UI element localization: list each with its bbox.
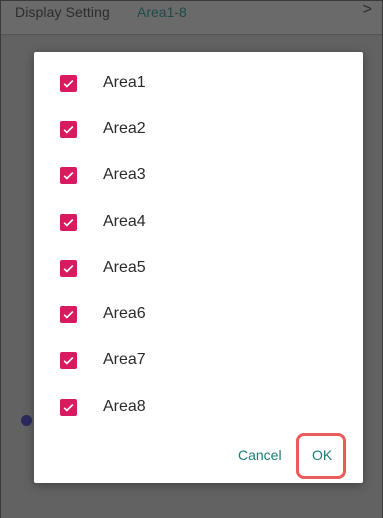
list-item-area8[interactable]: Area8 xyxy=(34,384,363,430)
list-item-area1[interactable]: Area1 xyxy=(34,60,363,106)
checkbox-checked-icon[interactable] xyxy=(60,398,77,416)
list-item-area5[interactable]: Area5 xyxy=(34,245,363,291)
list-item-label: Area6 xyxy=(103,305,146,322)
list-item-label: Area5 xyxy=(103,259,146,276)
list-item-label: Area3 xyxy=(103,166,146,183)
list-item-area4[interactable]: Area4 xyxy=(34,199,363,245)
checkbox-checked-icon[interactable] xyxy=(60,259,77,277)
checkbox-checked-icon[interactable] xyxy=(60,305,77,323)
checkbox-checked-icon[interactable] xyxy=(60,120,77,138)
list-item-area7[interactable]: Area7 xyxy=(34,337,363,383)
list-item-label: Area7 xyxy=(103,351,146,368)
checkbox-checked-icon[interactable] xyxy=(60,213,77,231)
checkbox-checked-icon[interactable] xyxy=(60,351,77,369)
list-item-area2[interactable]: Area2 xyxy=(34,106,363,152)
list-item-label: Area4 xyxy=(103,213,146,230)
list-item-label: Area2 xyxy=(103,120,146,137)
slider-thumb xyxy=(21,415,32,426)
display-setting-value: Area1-8 xyxy=(137,4,187,20)
list-item-label: Area1 xyxy=(103,74,146,91)
dialog-actions: Cancel OK xyxy=(34,431,363,483)
list-item-label: Area8 xyxy=(103,398,146,415)
chevron-right-icon: > xyxy=(362,1,372,18)
display-setting-row[interactable]: Display Setting Area1-8 > xyxy=(1,1,382,35)
checkbox-checked-icon[interactable] xyxy=(60,74,77,92)
cancel-button[interactable]: Cancel xyxy=(236,443,284,467)
list-item-area6[interactable]: Area6 xyxy=(34,291,363,337)
area-select-dialog: Area1 Area2 Area3 Area4 Area5 Area6 Area… xyxy=(34,52,363,483)
screen: Display Setting Area1-8 > Area1 Area2 Ar… xyxy=(0,0,383,518)
list-item-area3[interactable]: Area3 xyxy=(34,152,363,198)
display-setting-title: Display Setting xyxy=(15,4,110,20)
checkbox-checked-icon[interactable] xyxy=(60,166,77,184)
ok-button[interactable]: OK xyxy=(310,443,334,467)
